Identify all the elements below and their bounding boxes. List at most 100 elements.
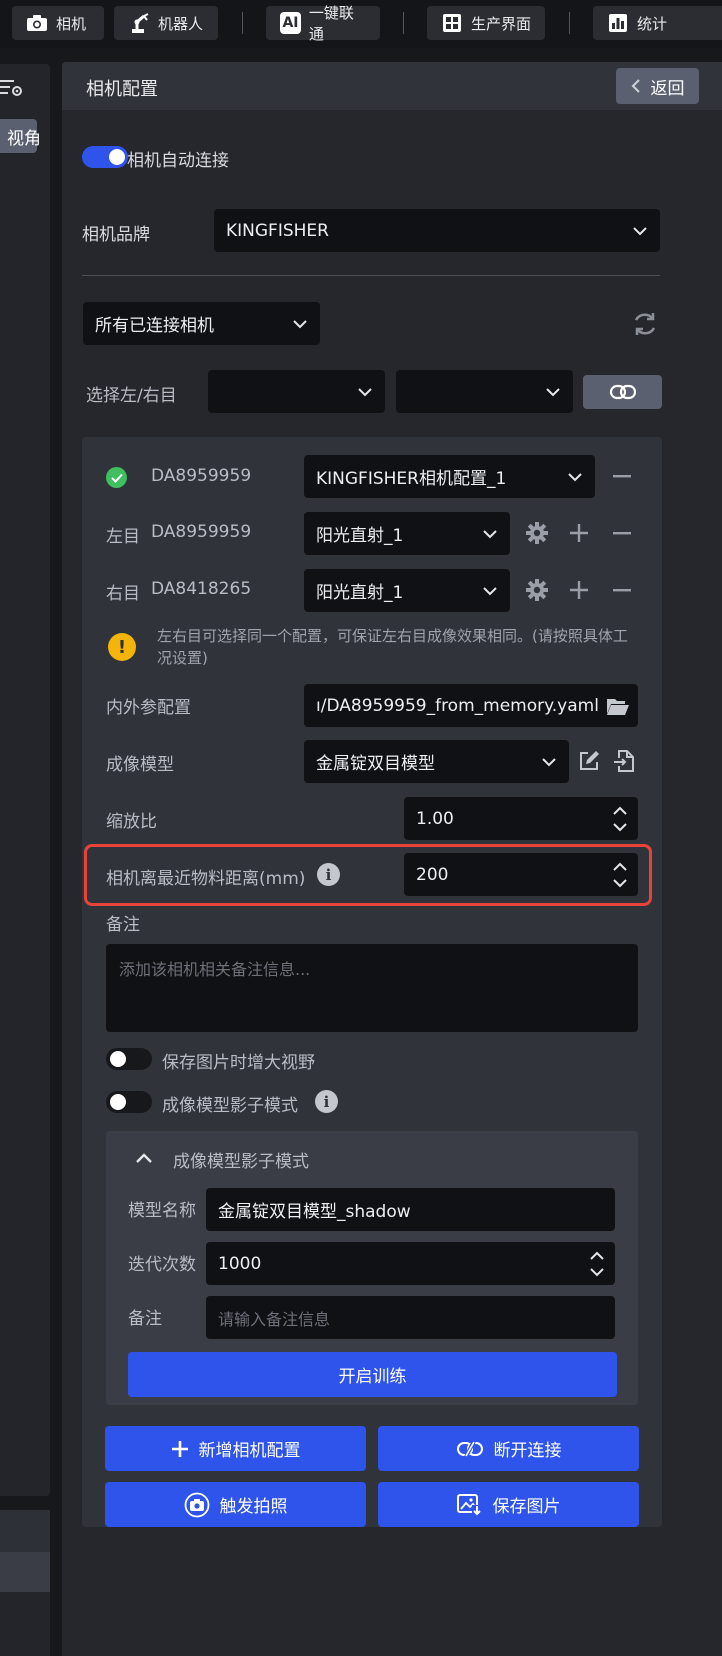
link-button[interactable] <box>583 375 662 409</box>
right-eye-profile-value: 阳光直射_1 <box>316 583 404 603</box>
minus-icon <box>613 589 631 592</box>
link-icon <box>609 384 636 400</box>
camera-config-value: KINGFISHER相机配置_1 <box>316 469 507 489</box>
camera-brand-value: KINGFISHER <box>226 220 329 241</box>
nav-one-click-button[interactable]: AI 一键联通 <box>266 4 380 43</box>
chevron-down-icon <box>633 226 647 235</box>
chevron-down-icon <box>293 319 307 328</box>
enlarge-view-toggle[interactable] <box>106 1048 152 1070</box>
plus-icon <box>570 581 588 599</box>
save-image-icon <box>456 1493 482 1516</box>
connected-cameras-select[interactable]: 所有已连接相机 <box>83 302 320 345</box>
nav-divider <box>569 12 570 34</box>
camera-brand-select[interactable]: KINGFISHER <box>214 209 660 252</box>
left-eye-camera-id: DA8959959 <box>151 522 252 542</box>
minus-icon <box>613 475 631 478</box>
warning-text: 左右目可选择同一个配置，可保证左右目成像效果相同。(请按照具体工况设置) <box>157 627 628 667</box>
gear-icon <box>526 579 548 601</box>
camera-brand-label: 相机品牌 <box>82 225 150 245</box>
auto-connect-label: 相机自动连接 <box>127 151 229 171</box>
imaging-model-value: 金属锭双目模型 <box>316 754 435 774</box>
nav-divider <box>242 12 243 34</box>
select-eye-label: 选择左/右目 <box>86 386 177 406</box>
right-eye-select[interactable] <box>396 370 573 413</box>
left-eye-remove-button[interactable] <box>610 523 634 543</box>
chevron-down-icon <box>568 472 582 481</box>
trigger-capture-button[interactable]: 触发拍照 <box>105 1482 366 1527</box>
nav-robot-label: 机器人 <box>158 14 204 33</box>
right-eye-add-button[interactable] <box>568 579 590 601</box>
save-image-label: 保存图片 <box>492 1497 561 1517</box>
start-training-label: 开启训练 <box>338 1367 407 1387</box>
file-import-icon <box>614 750 634 772</box>
right-eye-row-label: 右目 <box>106 584 140 604</box>
chevron-down-icon <box>546 387 560 396</box>
shadow-name-input[interactable]: 金属锭双目模型_shadow <box>206 1188 615 1231</box>
nav-robot-button[interactable]: 机器人 <box>114 6 218 40</box>
start-training-button[interactable]: 开启训练 <box>128 1352 617 1397</box>
auto-connect-toggle[interactable] <box>82 146 128 168</box>
robot-arm-icon <box>128 12 150 34</box>
add-camera-config-button[interactable]: 新增相机配置 <box>105 1426 366 1471</box>
back-label: 返回 <box>650 78 685 99</box>
disconnect-label: 断开连接 <box>493 1441 562 1461</box>
disconnect-button[interactable]: 断开连接 <box>378 1426 639 1471</box>
left-eye-profile-value: 阳光直射_1 <box>316 526 404 546</box>
bar-chart-icon <box>607 12 629 34</box>
highlight-box <box>84 844 652 906</box>
left-eye-profile-select[interactable]: 阳光直射_1 <box>304 512 510 555</box>
info-icon[interactable]: i <box>315 1090 338 1113</box>
left-side-panel: 视角 <box>0 64 50 1496</box>
save-image-button[interactable]: 保存图片 <box>378 1482 639 1527</box>
chevron-up-icon[interactable] <box>134 1150 154 1166</box>
unlink-icon <box>456 1440 483 1457</box>
left-eye-select[interactable] <box>208 370 385 413</box>
edit-model-button[interactable] <box>577 749 601 773</box>
calibration-file-value: ı/DA8959959_from_memory.yaml <box>316 695 599 716</box>
right-eye-remove-button[interactable] <box>610 580 634 600</box>
calibration-file-field[interactable]: ı/DA8959959_from_memory.yaml <box>304 684 638 727</box>
camera-id: DA8959959 <box>151 466 252 486</box>
nav-production-button[interactable]: 生产界面 <box>427 6 545 40</box>
iterations-number-input[interactable]: 1000 <box>206 1242 615 1285</box>
refresh-icon[interactable] <box>630 309 660 339</box>
panel-header: 相机配置 返回 <box>62 62 722 110</box>
minus-icon <box>613 532 631 535</box>
import-model-button[interactable] <box>612 748 636 774</box>
stepper-arrows-icon[interactable] <box>612 806 628 832</box>
shadow-section-header[interactable]: 成像模型影子模式 <box>173 1147 309 1172</box>
stepper-arrows-icon[interactable] <box>589 1251 605 1277</box>
gear-icon <box>526 522 548 544</box>
back-button[interactable]: 返回 <box>616 68 699 104</box>
ai-icon: AI <box>280 12 301 34</box>
view-angle-label: 视角 <box>7 128 41 149</box>
left-lower-row[interactable] <box>0 1552 50 1592</box>
left-lower-header <box>0 1510 50 1552</box>
shadow-note-label: 备注 <box>128 1309 162 1329</box>
top-navigation-bar: 相机 机器人 AI 一键联通 生产界面 统计 <box>0 0 722 48</box>
shadow-name-value: 金属锭双目模型_shadow <box>218 1202 411 1222</box>
nav-divider <box>403 12 404 34</box>
nav-statistics-button[interactable]: 统计 <box>593 6 722 40</box>
toggle-knob <box>109 149 125 165</box>
shadow-note-input[interactable]: 请输入备注信息 <box>206 1296 615 1339</box>
note-placeholder: 添加该相机相关备注信息... <box>119 960 311 979</box>
remove-config-button[interactable] <box>610 466 634 486</box>
note-textarea[interactable]: 添加该相机相关备注信息... <box>106 944 638 1032</box>
iterations-value: 1000 <box>218 1253 262 1274</box>
scale-number-input[interactable]: 1.00 <box>404 797 638 840</box>
folder-open-icon[interactable] <box>606 696 630 716</box>
shadow-name-label: 模型名称 <box>128 1201 196 1221</box>
imaging-model-select[interactable]: 金属锭双目模型 <box>304 740 569 783</box>
trigger-capture-label: 触发拍照 <box>219 1497 288 1517</box>
right-eye-settings-button[interactable] <box>524 577 550 603</box>
shadow-mode-toggle[interactable] <box>106 1091 152 1113</box>
nav-camera-button[interactable]: 相机 <box>12 6 104 40</box>
view-angle-button[interactable]: 视角 <box>0 119 41 153</box>
add-camera-config-label: 新增相机配置 <box>198 1441 301 1461</box>
left-eye-add-button[interactable] <box>568 522 590 544</box>
left-eye-settings-button[interactable] <box>524 520 550 546</box>
right-eye-profile-select[interactable]: 阳光直射_1 <box>304 569 510 612</box>
filter-settings-icon[interactable] <box>0 76 24 100</box>
camera-config-select[interactable]: KINGFISHER相机配置_1 <box>304 455 595 498</box>
